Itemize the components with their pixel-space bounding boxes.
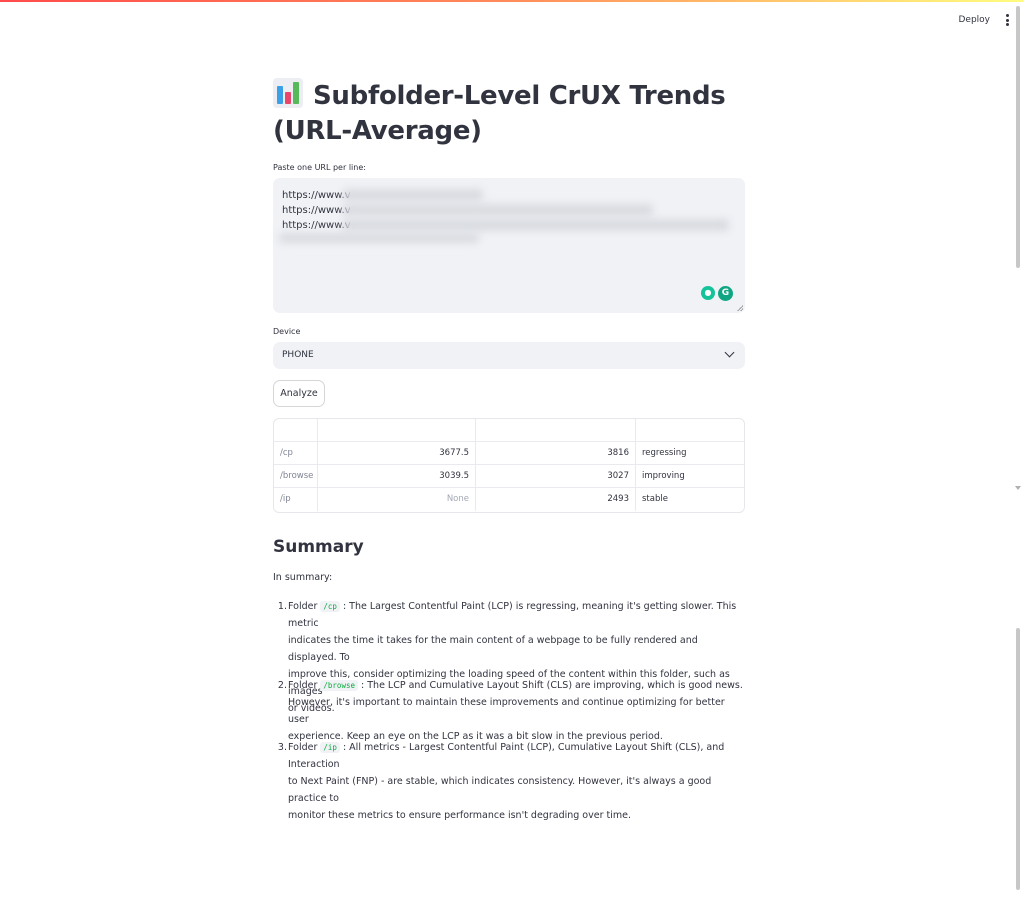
curr-value-cell: 3027 — [476, 465, 636, 488]
prev-value-cell: 3039.5 — [318, 465, 476, 488]
curr-value-cell: 2493 — [476, 488, 636, 511]
url-input-label: Paste one URL per line: — [273, 163, 366, 172]
table-header-row — [274, 419, 744, 442]
list-text: Folder — [288, 742, 321, 753]
device-select[interactable]: PHONE — [273, 342, 745, 369]
results-table: /cp 3677.5 3816 regressing /browse 3039.… — [273, 418, 745, 513]
list-text: monitor these metrics to ensure performa… — [288, 810, 631, 821]
list-number: 1. — [277, 601, 287, 612]
folder-code: /ip — [320, 742, 340, 753]
list-text: indicates the time it takes for the main… — [288, 635, 698, 663]
url-line: https://www.v — [282, 205, 351, 216]
table-row: /ip None 2493 stable — [274, 488, 744, 511]
list-text: : The LCP and Cumulative Layout Shift (C… — [358, 680, 743, 691]
resize-handle-icon[interactable] — [737, 305, 743, 311]
trend-cell: regressing — [642, 448, 687, 458]
table-header-cell[interactable] — [476, 419, 636, 442]
chevron-down-icon — [724, 347, 735, 358]
prev-value-cell: None — [318, 488, 476, 511]
scrollbar-thumb-lower[interactable] — [1016, 628, 1020, 890]
header-toolbar: Deploy — [956, 12, 1010, 28]
grammarly-logo-icon[interactable]: G — [718, 286, 733, 301]
list-number: 3. — [277, 742, 287, 753]
url-line: https://www.v — [282, 220, 351, 231]
list-text: Folder — [288, 601, 321, 612]
scrollbar-thumb-upper[interactable] — [1016, 6, 1020, 268]
table-header-cell[interactable] — [636, 419, 740, 442]
table-header-cell[interactable] — [318, 419, 476, 442]
folder-cell: /browse — [274, 465, 318, 488]
folder-cell: /cp — [274, 442, 318, 465]
redacted-blur — [343, 204, 653, 216]
url-line: https://www.v — [282, 190, 351, 201]
curr-value-cell: 3816 — [476, 442, 636, 465]
device-label: Device — [273, 327, 301, 336]
list-text: Folder — [288, 680, 321, 691]
redacted-blur — [343, 219, 729, 231]
page-title-line1: Subfolder-Level CrUX Trends — [313, 81, 726, 111]
grammarly-widget[interactable]: ● G — [701, 286, 733, 301]
table-row: /browse 3039.5 3027 improving — [274, 465, 744, 488]
folder-code: /cp — [320, 601, 340, 612]
prev-value-cell: 3677.5 — [318, 442, 476, 465]
bar-chart-emoji-icon — [273, 78, 303, 108]
device-select-value: PHONE — [282, 350, 314, 360]
deploy-button[interactable]: Deploy — [956, 12, 992, 28]
list-text: to Next Paint (FNP) - are stable, which … — [288, 776, 712, 804]
redacted-blur — [279, 233, 479, 243]
lightbulb-icon[interactable]: ● — [701, 286, 715, 300]
redacted-blur — [343, 189, 483, 201]
kebab-menu-icon[interactable] — [1004, 14, 1010, 26]
url-textarea[interactable]: https://www.v https://www.v https://www.… — [273, 178, 745, 313]
scroll-down-arrow-icon[interactable] — [1015, 486, 1021, 490]
folder-code: /browse — [320, 680, 358, 691]
page-title: Subfolder-Level CrUX Trends (URL-Average… — [273, 78, 745, 149]
table-header-cell[interactable] — [274, 419, 318, 442]
summary-intro: In summary: — [273, 572, 333, 583]
trend-cell: improving — [642, 471, 685, 481]
trend-cell: stable — [642, 494, 668, 504]
list-text: : The Largest Contentful Paint (LCP) is … — [288, 601, 737, 629]
scrollbar[interactable] — [1015, 0, 1022, 898]
list-text: However, it's important to maintain thes… — [288, 697, 725, 725]
top-decoration-bar — [0, 0, 1024, 2]
summary-heading: Summary — [273, 537, 364, 557]
table-row: /cp 3677.5 3816 regressing — [274, 442, 744, 465]
folder-cell: /ip — [274, 488, 318, 511]
list-text: : All metrics - Largest Contentful Paint… — [288, 742, 725, 770]
list-number: 2. — [277, 680, 287, 691]
page-title-line2: (URL-Average) — [273, 116, 482, 146]
analyze-button[interactable]: Analyze — [273, 380, 325, 407]
url-textarea-content: https://www.v https://www.v https://www.… — [282, 188, 351, 233]
